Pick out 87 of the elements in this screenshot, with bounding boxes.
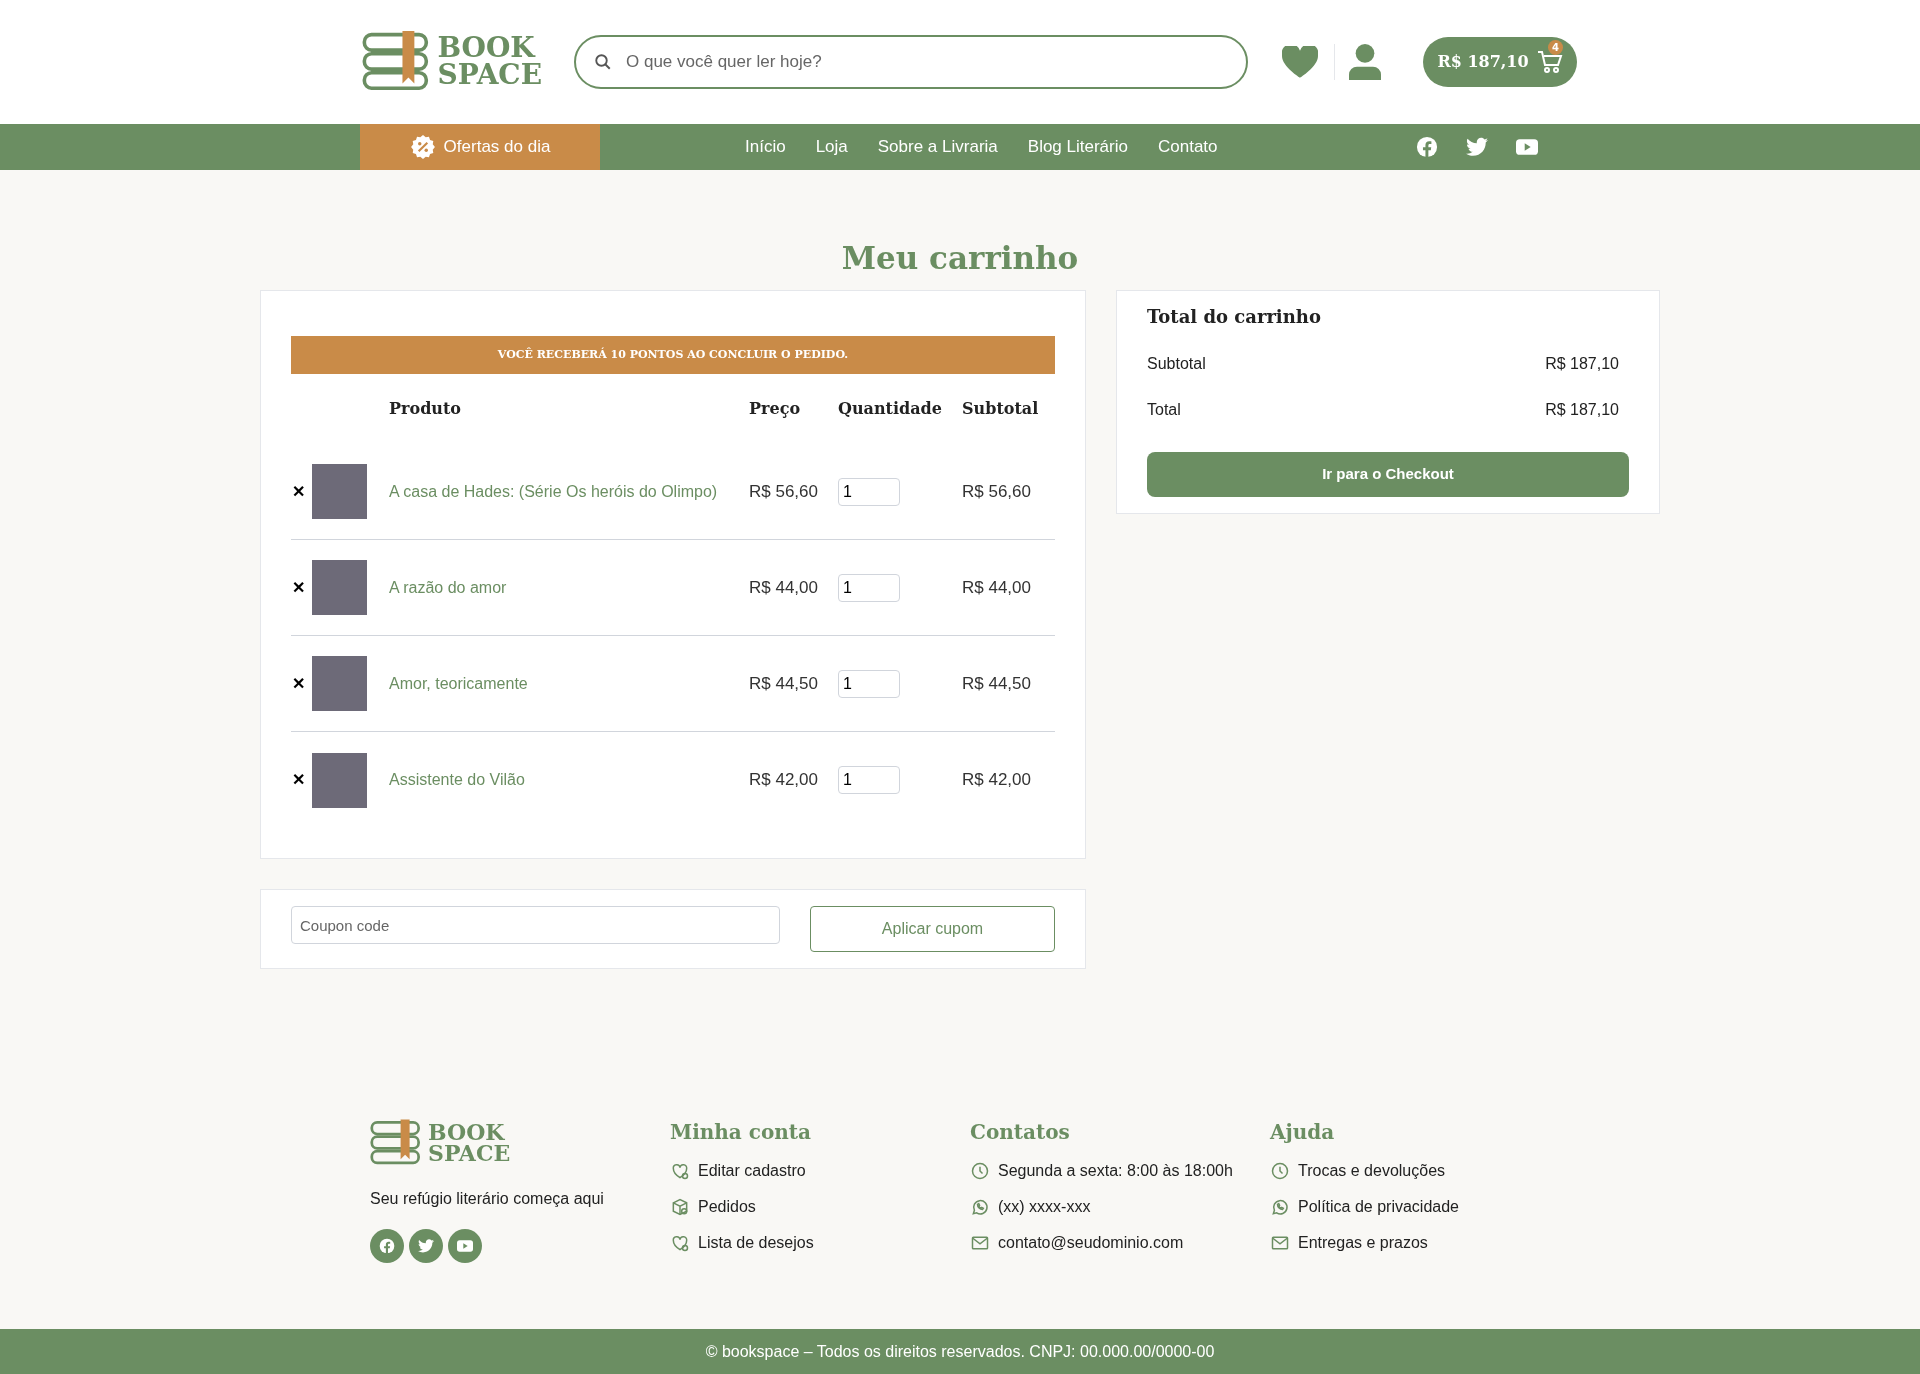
price-text: R$ 56,60	[749, 480, 819, 503]
product-link[interactable]: A casa de Hades: (Série Os heróis do Olimpo)	[389, 479, 749, 504]
quantity-field[interactable]: 1	[838, 669, 900, 698]
whatsapp-icon	[970, 1197, 990, 1217]
product-link[interactable]: Assistente do Vilão	[389, 768, 749, 792]
facebook-icon[interactable]	[379, 1238, 395, 1254]
social-button[interactable]	[370, 1229, 404, 1263]
youtube-icon[interactable]	[1516, 139, 1538, 155]
totals-label: Subtotal	[1147, 354, 1206, 374]
clock-icon	[970, 1161, 990, 1181]
youtube-icon[interactable]	[457, 1238, 473, 1254]
cart-button[interactable]: R$ 187,10 4	[1423, 37, 1577, 87]
heart-icon	[670, 1161, 690, 1181]
page-title: Meu carrinho	[840, 239, 1080, 278]
logo-text: BOOK	[428, 1122, 505, 1143]
search-field[interactable]: O que você quer ler hoje?	[574, 35, 1248, 89]
nav-link[interactable]: Sobre a Livraria	[877, 134, 998, 160]
price-text: R$ 44,50	[749, 672, 819, 695]
copyright-text: © bookspace – Todos os direitos reservados. CNPJ: 00.000.00/0000-00	[705, 1341, 1215, 1362]
logo-text: SPACE	[428, 1143, 511, 1164]
column-header: Subtotal	[962, 398, 1039, 420]
user-icon[interactable]	[1349, 44, 1381, 80]
heart-icon	[670, 1233, 690, 1253]
subtotal-text: R$ 42,00	[962, 769, 1031, 792]
remove-button[interactable]: ✕	[291, 479, 305, 504]
discount-badge-icon	[409, 134, 436, 160]
footer-link[interactable]: Política de privacidade	[1298, 1195, 1459, 1219]
package-icon	[670, 1197, 690, 1217]
social-button[interactable]	[448, 1229, 482, 1263]
quantity-field[interactable]: 1	[838, 766, 900, 794]
points-banner: VOCÊ RECEBERÁ 10 PONTOS AO CONCLUIR O PEDIDO.	[291, 336, 1055, 374]
facebook-icon[interactable]	[1416, 136, 1438, 158]
subtotal-text: R$ 44,50	[962, 672, 1031, 695]
social-button[interactable]	[409, 1229, 443, 1263]
remove-button[interactable]: ✕	[291, 575, 305, 600]
footer-heading: Ajuda	[1270, 1119, 1336, 1145]
subtotal-text: R$ 56,60	[962, 480, 1031, 503]
totals-label: Total	[1147, 400, 1181, 420]
product-link[interactable]: Amor, teoricamente	[389, 671, 749, 696]
search-icon	[594, 53, 612, 71]
subtotal-text: R$ 44,00	[962, 576, 1031, 599]
column-header: Produto	[389, 398, 462, 420]
footer-heading: Minha conta	[670, 1119, 812, 1145]
whatsapp-icon	[1270, 1197, 1290, 1217]
checkout-button[interactable]: Ir para o Checkout	[1147, 452, 1629, 497]
footer-link[interactable]: contato@seudominio.com	[998, 1231, 1184, 1255]
nav-link[interactable]: Blog Literário	[1027, 134, 1128, 160]
nav-link[interactable]: Loja	[815, 134, 848, 160]
apply-coupon-button[interactable]: Aplicar cupom	[810, 906, 1055, 952]
product-link[interactable]: A razão do amor	[389, 575, 749, 600]
column-header: Preço	[749, 398, 802, 420]
nav-link[interactable]: Contato	[1157, 134, 1218, 160]
price-text: R$ 44,00	[749, 576, 819, 599]
coupon-field[interactable]: Coupon code	[291, 906, 780, 944]
twitter-icon[interactable]	[1466, 137, 1488, 157]
clock-icon	[1270, 1161, 1290, 1181]
footer-heading: Contatos	[970, 1119, 1071, 1145]
totals-value: R$ 187,10	[1545, 400, 1619, 420]
nav-link[interactable]: Início	[745, 134, 786, 160]
mail-icon	[970, 1233, 990, 1253]
footer-link[interactable]: Lista de desejos	[698, 1231, 814, 1255]
cart-icon	[1536, 50, 1563, 74]
remove-button[interactable]: ✕	[291, 768, 305, 792]
footer-link[interactable]: Pedidos	[698, 1195, 756, 1219]
footer-link[interactable]: Trocas e devoluções	[1298, 1159, 1446, 1183]
footer-link[interactable]: Editar cadastro	[698, 1159, 806, 1183]
mail-icon	[1270, 1233, 1290, 1253]
column-header: Quantidade	[838, 398, 943, 420]
remove-button[interactable]: ✕	[291, 671, 305, 696]
book-cover-placeholder	[312, 656, 367, 711]
footer-link[interactable]: Segunda a sexta: 8:00 às 18:00h	[998, 1159, 1233, 1183]
totals-title: Total do carrinho	[1147, 305, 1322, 329]
cart-count-badge: 4	[1548, 40, 1563, 55]
footer-link[interactable]: (xx) xxxx-xxx	[998, 1195, 1091, 1219]
book-cover-placeholder	[312, 752, 367, 808]
price-text: R$ 42,00	[749, 769, 819, 792]
twitter-icon[interactable]	[418, 1238, 434, 1254]
footer-link[interactable]: Entregas e prazos	[1298, 1231, 1428, 1255]
book-cover-placeholder	[312, 464, 367, 519]
logo-text: SPACE	[437, 62, 542, 89]
book-cover-placeholder	[312, 560, 367, 615]
quantity-field[interactable]: 1	[838, 477, 900, 506]
logo-text: BOOK	[437, 35, 536, 62]
footer-tagline: Seu refúgio literário começa aqui	[370, 1189, 605, 1209]
heart-icon[interactable]	[1282, 46, 1318, 78]
quantity-field[interactable]: 1	[838, 573, 900, 602]
totals-value: R$ 187,10	[1545, 354, 1619, 374]
